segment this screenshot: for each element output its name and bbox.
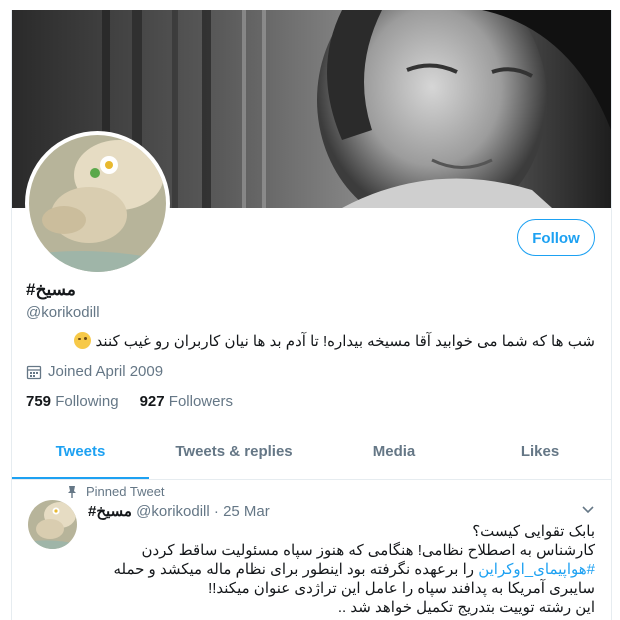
- profile-stats: 759 Following 927 Followers: [26, 393, 233, 410]
- tweet-date[interactable]: 25 Mar: [223, 503, 270, 520]
- tweet-text: بابک تقوایی کیست؟ کارشناس به اصطلاح نظام…: [85, 522, 595, 617]
- winking-face-icon: [74, 332, 92, 349]
- tweet-line-text: را برعهده نگرفته بود اینطور برای نظام ما…: [113, 561, 475, 578]
- following-link[interactable]: 759 Following: [26, 393, 119, 410]
- followers-count: 927: [139, 393, 165, 410]
- profile-page: Follow #مسیخ @korikodill شب ها که شما می…: [11, 10, 612, 620]
- tweet-line: این رشته توییت بتدریج تکمیل خواهد شد ..: [337, 599, 595, 616]
- tab-likes[interactable]: Likes: [469, 424, 611, 479]
- follow-button[interactable]: Follow: [517, 219, 595, 256]
- followers-link[interactable]: 927 Followers: [140, 393, 233, 410]
- calendar-icon: [26, 365, 42, 379]
- tweet-header: #مسیخ @korikodill · 25 Mar: [88, 502, 270, 520]
- tweet-line: سایبری آمریکا به پدافند سپاه را عامل این…: [208, 580, 595, 597]
- tweet-avatar[interactable]: [28, 500, 77, 549]
- tweet-line: کارشناس به اصطلاح نظامی! هنگامی که هنوز …: [141, 542, 595, 559]
- followers-label: Followers: [168, 393, 233, 410]
- following-count: 759: [26, 393, 52, 410]
- tab-tweets[interactable]: Tweets: [12, 424, 149, 479]
- tab-media[interactable]: Media: [319, 424, 469, 479]
- bio-text: شب ها که شما می خوابید آقا مسیخه بیداره!…: [95, 333, 595, 350]
- sheep-avatar-image: [29, 135, 166, 272]
- joined-text: Joined April 2009: [48, 363, 164, 380]
- pin-icon: [68, 485, 76, 498]
- profile-handle[interactable]: @korikodill: [26, 304, 100, 321]
- tweet-hashtag[interactable]: #هواپیمای_اوکراین: [478, 561, 595, 578]
- pinned-tweet-label: Pinned Tweet: [66, 484, 165, 499]
- chevron-down-icon[interactable]: [581, 502, 595, 520]
- pinned-text: Pinned Tweet: [86, 484, 165, 499]
- tweet-separator: ·: [213, 503, 219, 520]
- tweet-line: بابک تقوایی کیست؟: [472, 523, 595, 540]
- joined-date: Joined April 2009: [26, 363, 163, 380]
- profile-bio: شب ها که شما می خوابید آقا مسیخه بیداره!…: [71, 332, 595, 350]
- following-label: Following: [55, 393, 119, 410]
- tweet-line: #هواپیمای_اوکراین را برعهده نگرفته بود ا…: [85, 560, 595, 579]
- tweet-author-name[interactable]: #مسیخ: [88, 503, 132, 520]
- tweet-author-handle[interactable]: @korikodill: [136, 503, 210, 520]
- profile-tabs: Tweets Tweets & replies Media Likes: [12, 424, 611, 480]
- tab-tweets-replies[interactable]: Tweets & replies: [149, 424, 319, 479]
- profile-avatar[interactable]: [25, 131, 170, 276]
- sheep-avatar-small-image: [28, 500, 77, 549]
- profile-display-name: #مسیخ: [26, 280, 76, 299]
